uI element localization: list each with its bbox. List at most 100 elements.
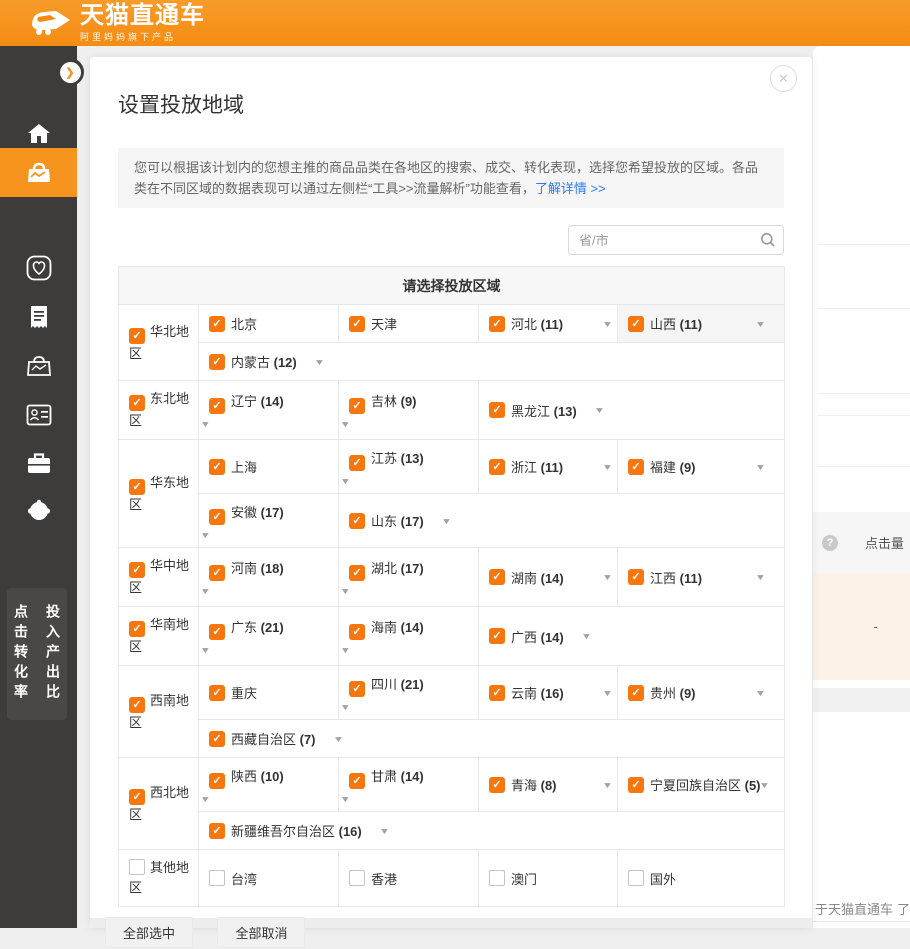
region-checkbox-item[interactable]: ✓华北地区 [129, 324, 189, 361]
province-checkbox-item[interactable]: ✓广东 (21)▼ [209, 617, 328, 655]
chevron-down-icon[interactable]: ▼ [200, 794, 343, 804]
province-checkbox-item[interactable]: ✓青海 (8)▼ [489, 775, 621, 794]
province-checkbox-item[interactable]: ✓安徽 (17)▼ [209, 502, 328, 540]
checkbox-checked-icon[interactable]: ✓ [209, 685, 225, 701]
checkbox-checked-icon[interactable]: ✓ [349, 624, 365, 640]
checkbox-checked-icon[interactable]: ✓ [129, 479, 145, 495]
chevron-down-icon[interactable]: ▼ [581, 631, 592, 641]
checkbox-unchecked-icon[interactable] [129, 859, 145, 875]
checkbox-checked-icon[interactable]: ✓ [489, 685, 505, 701]
checkbox-checked-icon[interactable]: ✓ [628, 459, 644, 475]
province-checkbox-item[interactable]: ✓宁夏回族自治区 (5)▼ [628, 775, 774, 794]
chevron-down-icon[interactable]: ▼ [314, 357, 325, 367]
checkbox-checked-icon[interactable]: ✓ [209, 565, 225, 581]
checkbox-checked-icon[interactable]: ✓ [209, 624, 225, 640]
learn-more-link[interactable]: 了解详情 >> [535, 181, 606, 196]
province-checkbox-item[interactable]: 台湾 [209, 869, 328, 888]
chevron-down-icon[interactable]: ▼ [602, 688, 623, 698]
province-checkbox-item[interactable]: ✓四川 (21)▼ [349, 674, 468, 712]
region-checkbox-item[interactable]: ✓西北地区 [129, 785, 189, 822]
search-input[interactable] [568, 225, 784, 255]
checkbox-checked-icon[interactable]: ✓ [489, 628, 505, 644]
chevron-down-icon[interactable]: ▼ [200, 419, 343, 429]
province-checkbox-item[interactable]: ✓浙江 (11)▼ [489, 457, 621, 476]
province-checkbox-item[interactable]: ✓江西 (11)▼ [628, 568, 774, 587]
checkbox-checked-icon[interactable]: ✓ [209, 354, 225, 370]
checkbox-checked-icon[interactable]: ✓ [349, 565, 365, 581]
search-icon[interactable] [760, 232, 776, 248]
province-checkbox-item[interactable]: ✓山东 (17)▼ [349, 511, 774, 530]
sidebar-metrics-panel[interactable]: 点击转化率 投入产出比 [7, 588, 67, 720]
checkbox-checked-icon[interactable]: ✓ [349, 513, 365, 529]
sidebar-item-accounts[interactable] [0, 390, 77, 439]
help-icon[interactable]: ? [822, 535, 838, 551]
checkbox-checked-icon[interactable]: ✓ [209, 773, 225, 789]
sidebar-item-tools[interactable] [0, 438, 77, 487]
province-checkbox-item[interactable]: 澳门 [489, 869, 607, 888]
province-checkbox-item[interactable]: ✓云南 (16)▼ [489, 683, 621, 702]
checkbox-checked-icon[interactable]: ✓ [209, 398, 225, 414]
checkbox-checked-icon[interactable]: ✓ [209, 509, 225, 525]
chevron-down-icon[interactable]: ▼ [602, 780, 623, 790]
checkbox-checked-icon[interactable]: ✓ [129, 697, 145, 713]
deselect-all-button[interactable]: 全部取消 [217, 917, 305, 948]
region-checkbox-item[interactable]: ✓华东地区 [129, 475, 189, 512]
chevron-down-icon[interactable]: ▼ [340, 476, 483, 486]
checkbox-checked-icon[interactable]: ✓ [349, 316, 365, 332]
province-checkbox-item[interactable]: 香港 [349, 869, 468, 888]
checkbox-checked-icon[interactable]: ✓ [209, 459, 225, 475]
checkbox-checked-icon[interactable]: ✓ [349, 398, 365, 414]
checkbox-checked-icon[interactable]: ✓ [209, 316, 225, 332]
chevron-down-icon[interactable]: ▼ [755, 688, 776, 698]
province-checkbox-item[interactable]: ✓吉林 (9)▼ [349, 391, 468, 429]
checkbox-checked-icon[interactable]: ✓ [129, 789, 145, 805]
checkbox-checked-icon[interactable]: ✓ [628, 569, 644, 585]
select-all-button[interactable]: 全部选中 [105, 917, 193, 948]
checkbox-checked-icon[interactable]: ✓ [129, 562, 145, 578]
chevron-down-icon[interactable]: ▼ [755, 572, 776, 582]
province-checkbox-item[interactable]: ✓山西 (11)▼ [628, 314, 774, 333]
sidebar-item-profile[interactable] [0, 486, 77, 535]
chevron-down-icon[interactable]: ▼ [340, 645, 483, 655]
province-checkbox-item[interactable]: ✓天津 [349, 314, 468, 333]
region-checkbox-item[interactable]: ✓西南地区 [129, 693, 189, 730]
chevron-down-icon[interactable]: ▼ [332, 734, 343, 744]
province-checkbox-item[interactable]: ✓广西 (14)▼ [489, 627, 774, 646]
region-checkbox-item[interactable]: ✓华南地区 [129, 617, 189, 654]
region-checkbox-item[interactable]: 其他地区 [129, 860, 189, 895]
sidebar-item-campaign-active[interactable] [0, 148, 77, 197]
province-checkbox-item[interactable]: ✓海南 (14)▼ [349, 617, 468, 655]
checkbox-unchecked-icon[interactable] [489, 870, 505, 886]
chevron-down-icon[interactable]: ▼ [200, 586, 343, 596]
checkbox-checked-icon[interactable]: ✓ [628, 685, 644, 701]
chevron-down-icon[interactable]: ▼ [340, 794, 483, 804]
checkbox-checked-icon[interactable]: ✓ [628, 316, 644, 332]
checkbox-checked-icon[interactable]: ✓ [349, 773, 365, 789]
province-checkbox-item[interactable]: ✓黑龙江 (13)▼ [489, 401, 774, 420]
checkbox-unchecked-icon[interactable] [349, 870, 365, 886]
region-checkbox-item[interactable]: ✓东北地区 [129, 391, 189, 428]
checkbox-checked-icon[interactable]: ✓ [209, 823, 225, 839]
region-checkbox-item[interactable]: ✓华中地区 [129, 558, 189, 595]
province-checkbox-item[interactable]: ✓河南 (18)▼ [209, 558, 328, 596]
chevron-down-icon[interactable]: ▼ [340, 419, 483, 429]
checkbox-checked-icon[interactable]: ✓ [349, 455, 365, 471]
province-checkbox-item[interactable]: ✓陕西 (10)▼ [209, 766, 328, 804]
chevron-down-icon[interactable]: ▼ [602, 319, 623, 329]
checkbox-checked-icon[interactable]: ✓ [129, 395, 145, 411]
chevron-down-icon[interactable]: ▼ [594, 405, 605, 415]
province-checkbox-item[interactable]: ✓甘肃 (14)▼ [349, 766, 468, 804]
sidebar-item-favorites[interactable] [0, 243, 77, 292]
chevron-down-icon[interactable]: ▼ [441, 516, 452, 526]
province-checkbox-item[interactable]: ✓新疆维吾尔自治区 (16)▼ [209, 821, 774, 840]
checkbox-checked-icon[interactable]: ✓ [628, 777, 644, 793]
province-checkbox-item[interactable]: 国外 [628, 869, 774, 888]
chevron-down-icon[interactable]: ▼ [602, 462, 623, 472]
province-checkbox-item[interactable]: ✓贵州 (9)▼ [628, 683, 774, 702]
checkbox-checked-icon[interactable]: ✓ [349, 681, 365, 697]
checkbox-checked-icon[interactable]: ✓ [489, 459, 505, 475]
checkbox-unchecked-icon[interactable] [209, 870, 225, 886]
checkbox-checked-icon[interactable]: ✓ [209, 731, 225, 747]
province-checkbox-item[interactable]: ✓重庆 [209, 683, 328, 702]
checkbox-checked-icon[interactable]: ✓ [129, 621, 145, 637]
